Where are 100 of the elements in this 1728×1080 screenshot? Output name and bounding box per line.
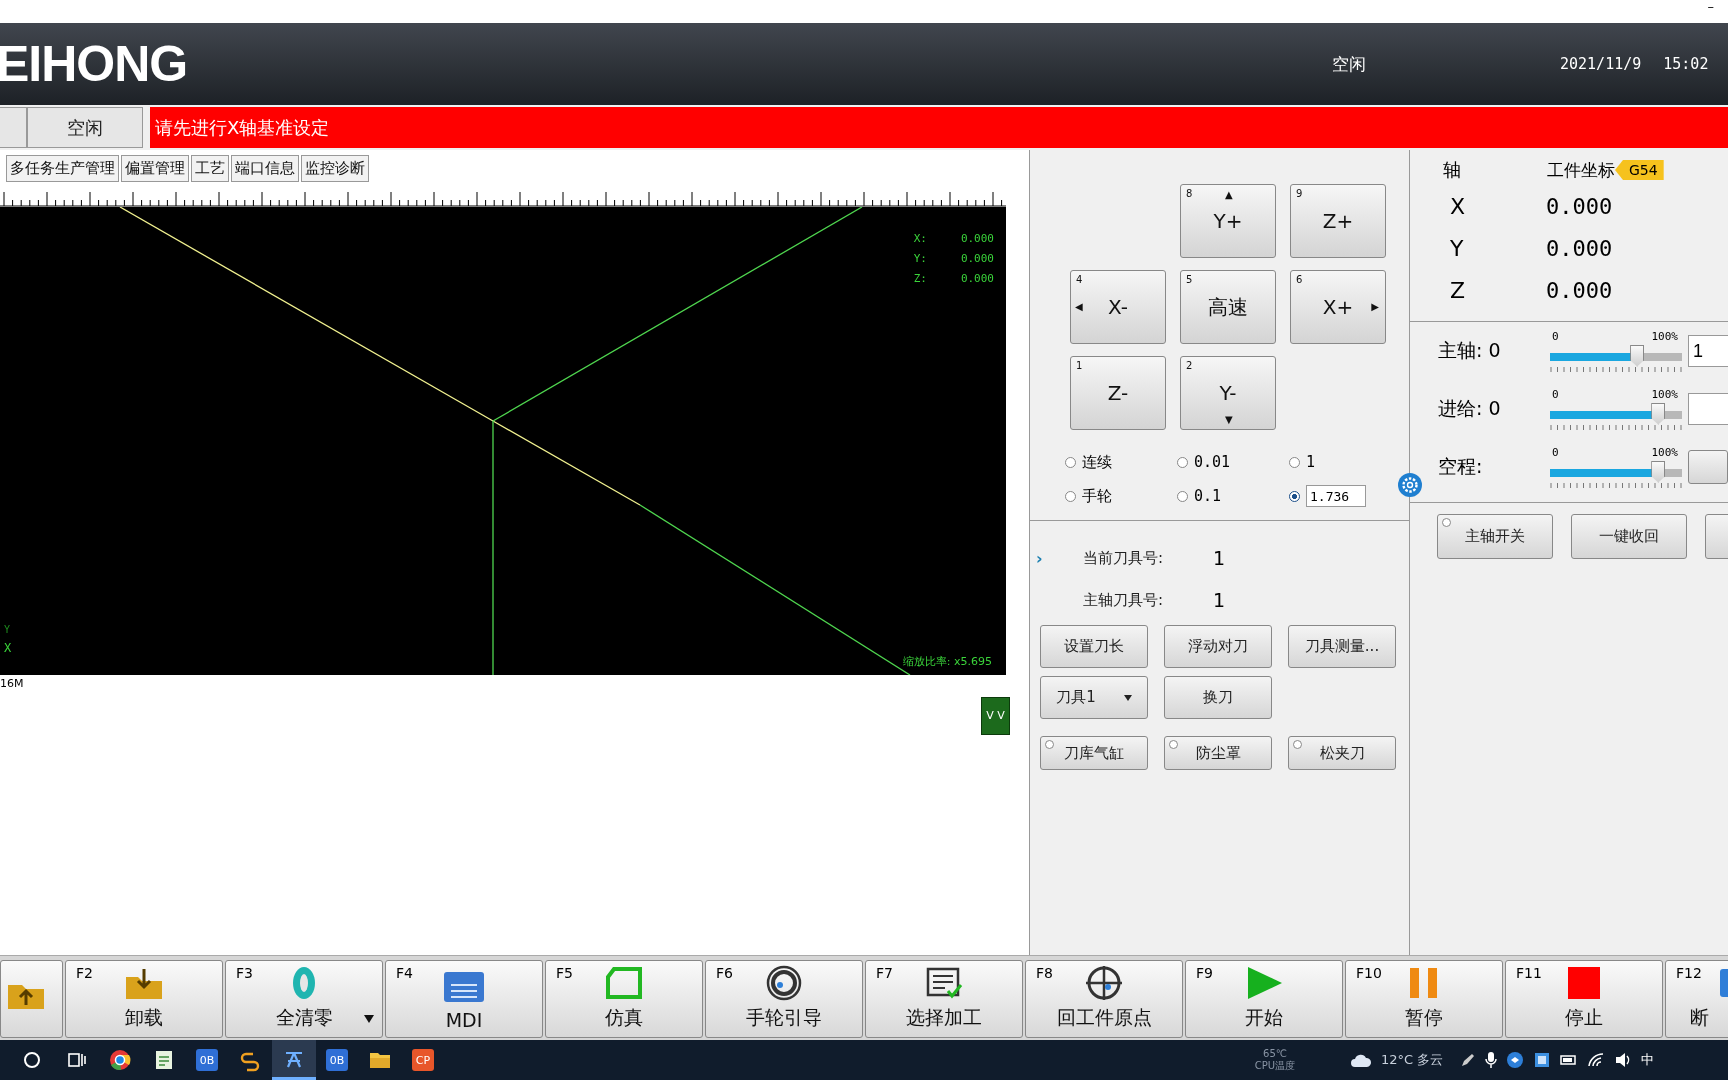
function-key[interactable]: F6 手轮引导 — [705, 960, 863, 1038]
slider-thumb[interactable] — [1651, 460, 1666, 483]
slider-thumb[interactable] — [1651, 402, 1666, 425]
scale-max: 100% — [1651, 445, 1678, 459]
time-text: 15:02 — [1663, 55, 1709, 73]
alarm-message: 请先进行X轴基准设定 — [150, 107, 1728, 148]
radio-button[interactable] — [1289, 456, 1300, 468]
minimize-button[interactable]: – — [1707, 0, 1714, 14]
mode-button[interactable] — [0, 107, 27, 148]
tool-button[interactable]: 设置刀长 — [1040, 625, 1148, 668]
override-label: 主轴: 0 — [1438, 338, 1502, 363]
scale-max: 100% — [1651, 329, 1678, 343]
battery-icon[interactable] — [1560, 1053, 1579, 1067]
jog-button[interactable]: 4 ◀ X- — [1070, 270, 1166, 344]
radio-button[interactable] — [1177, 490, 1188, 502]
override-label: 空程: — [1438, 454, 1484, 479]
axis-label: Y — [4, 624, 12, 635]
function-key[interactable]: F12 断 — [1665, 960, 1728, 1038]
jog-button[interactable]: 6 ▶ X+ — [1290, 270, 1386, 344]
settings-icon[interactable] — [1397, 472, 1423, 498]
tool-button[interactable]: 浮动对刀 — [1164, 625, 1272, 668]
radio-button[interactable] — [1065, 490, 1076, 502]
tool-number: 1 — [1213, 589, 1226, 611]
tab[interactable]: 工艺 — [191, 155, 229, 182]
radio-button[interactable] — [1065, 456, 1076, 468]
coordinate-value: 0.000 — [1546, 193, 1613, 219]
toggle-button[interactable]: 刀库气缸 — [1040, 736, 1148, 770]
jog-button[interactable]: 9 Z+ — [1290, 184, 1386, 258]
step-label: 0.1 — [1194, 487, 1222, 505]
readout-value: 0.000 — [960, 252, 994, 267]
tool-label: 当前刀具号: — [1083, 548, 1165, 568]
coordinate-value: 0.000 — [1546, 235, 1613, 261]
jog-button[interactable]: 2 ▼ Y- — [1180, 356, 1276, 430]
function-key[interactable]: F8 回工件原点 — [1025, 960, 1183, 1038]
readout-label: Y: — [913, 252, 927, 267]
cpu-temperature: 65℃ — [1263, 1048, 1287, 1060]
network-drive-icon[interactable] — [1533, 1051, 1552, 1069]
app-icon[interactable]: 0B — [326, 1049, 348, 1071]
tab[interactable]: 多任务生产管理 — [6, 155, 119, 182]
pen-icon[interactable] — [1460, 1052, 1477, 1068]
function-key[interactable]: F7 选择加工 — [865, 960, 1023, 1038]
tab[interactable]: 偏置管理 — [121, 155, 189, 182]
column-header: 轴 — [1443, 158, 1462, 182]
function-key[interactable]: F10 暂停 — [1345, 960, 1503, 1038]
column-header: 工件坐标 — [1547, 158, 1615, 182]
wifi-icon[interactable] — [1587, 1052, 1606, 1068]
jog-button[interactable]: 5 高速 — [1180, 270, 1276, 344]
axis-label: X — [4, 641, 12, 655]
step-input[interactable]: 1.736 — [1306, 485, 1366, 507]
tool-button[interactable]: 换刀 — [1164, 676, 1272, 719]
scale-max: 100% — [1651, 387, 1678, 401]
function-key[interactable] — [0, 960, 63, 1038]
scale-min: 0 — [1552, 387, 1559, 401]
function-key[interactable]: F9 开始 — [1185, 960, 1343, 1038]
step-label: 连续 — [1082, 452, 1112, 472]
tool-dropdown[interactable]: 刀具1 — [1040, 676, 1148, 719]
app-icon[interactable]: 0B — [196, 1049, 218, 1071]
function-key[interactable]: F4 MDI — [385, 960, 543, 1038]
override-input[interactable] — [1688, 393, 1728, 425]
toggle-button[interactable]: 松夹刀 — [1288, 736, 1396, 770]
tool-button[interactable]: 刀具测量... — [1288, 625, 1396, 668]
override-button[interactable] — [1688, 450, 1728, 484]
microphone-icon[interactable] — [1485, 1051, 1498, 1069]
scale-min: 0 — [1552, 329, 1559, 343]
slider-thumb[interactable] — [1630, 344, 1645, 367]
weather-text: 12°C 多云 — [1381, 1051, 1444, 1069]
input-method[interactable]: 中 — [1641, 1051, 1655, 1069]
step-label: 0.01 — [1194, 453, 1231, 471]
step-label: 手轮 — [1082, 486, 1112, 506]
caret-icon — [1123, 694, 1132, 701]
toggle-button[interactable]: 主轴开关 — [1437, 514, 1553, 559]
browser-icon[interactable] — [108, 1048, 132, 1072]
cpu-label: CPU温度 — [1254, 1060, 1296, 1072]
mode-button[interactable]: 空闲 — [27, 107, 143, 148]
function-key[interactable]: F3 全清零 — [225, 960, 383, 1038]
taskbar-button[interactable] — [272, 1040, 316, 1080]
jog-button[interactable]: 1 Z- — [1070, 356, 1166, 430]
override-input[interactable]: 1 — [1688, 335, 1728, 367]
tab[interactable]: 端口信息 — [231, 155, 299, 182]
readout-label: X: — [913, 232, 927, 247]
collapse-button[interactable]: V V — [981, 697, 1010, 735]
memory-text: 16M — [0, 677, 24, 690]
date-text: 2021/11/9 — [1560, 55, 1642, 73]
radio-button[interactable] — [1177, 456, 1188, 468]
action-button[interactable]: 一键收回 — [1571, 514, 1687, 559]
shield-icon[interactable] — [1506, 1051, 1525, 1069]
toggle-button[interactable]: 防尘罩 — [1164, 736, 1272, 770]
coordinate-system-tag: G54 — [1615, 160, 1664, 180]
cloud-icon — [1350, 1052, 1372, 1068]
caret-icon[interactable] — [364, 1015, 374, 1023]
function-key[interactable]: F2 卸载 — [65, 960, 223, 1038]
scale-min: 0 — [1552, 445, 1559, 459]
jog-button[interactable]: 8 ▲ Y+ — [1180, 184, 1276, 258]
radio-button[interactable] — [1289, 490, 1300, 502]
step-label: 1 — [1306, 453, 1316, 471]
tab[interactable]: 监控诊断 — [301, 155, 369, 182]
function-key[interactable]: F5 仿真 — [545, 960, 703, 1038]
machine-status: 空闲 — [1332, 52, 1367, 76]
function-key[interactable]: F11 停止 — [1505, 960, 1663, 1038]
app-icon[interactable]: CP — [412, 1049, 434, 1071]
